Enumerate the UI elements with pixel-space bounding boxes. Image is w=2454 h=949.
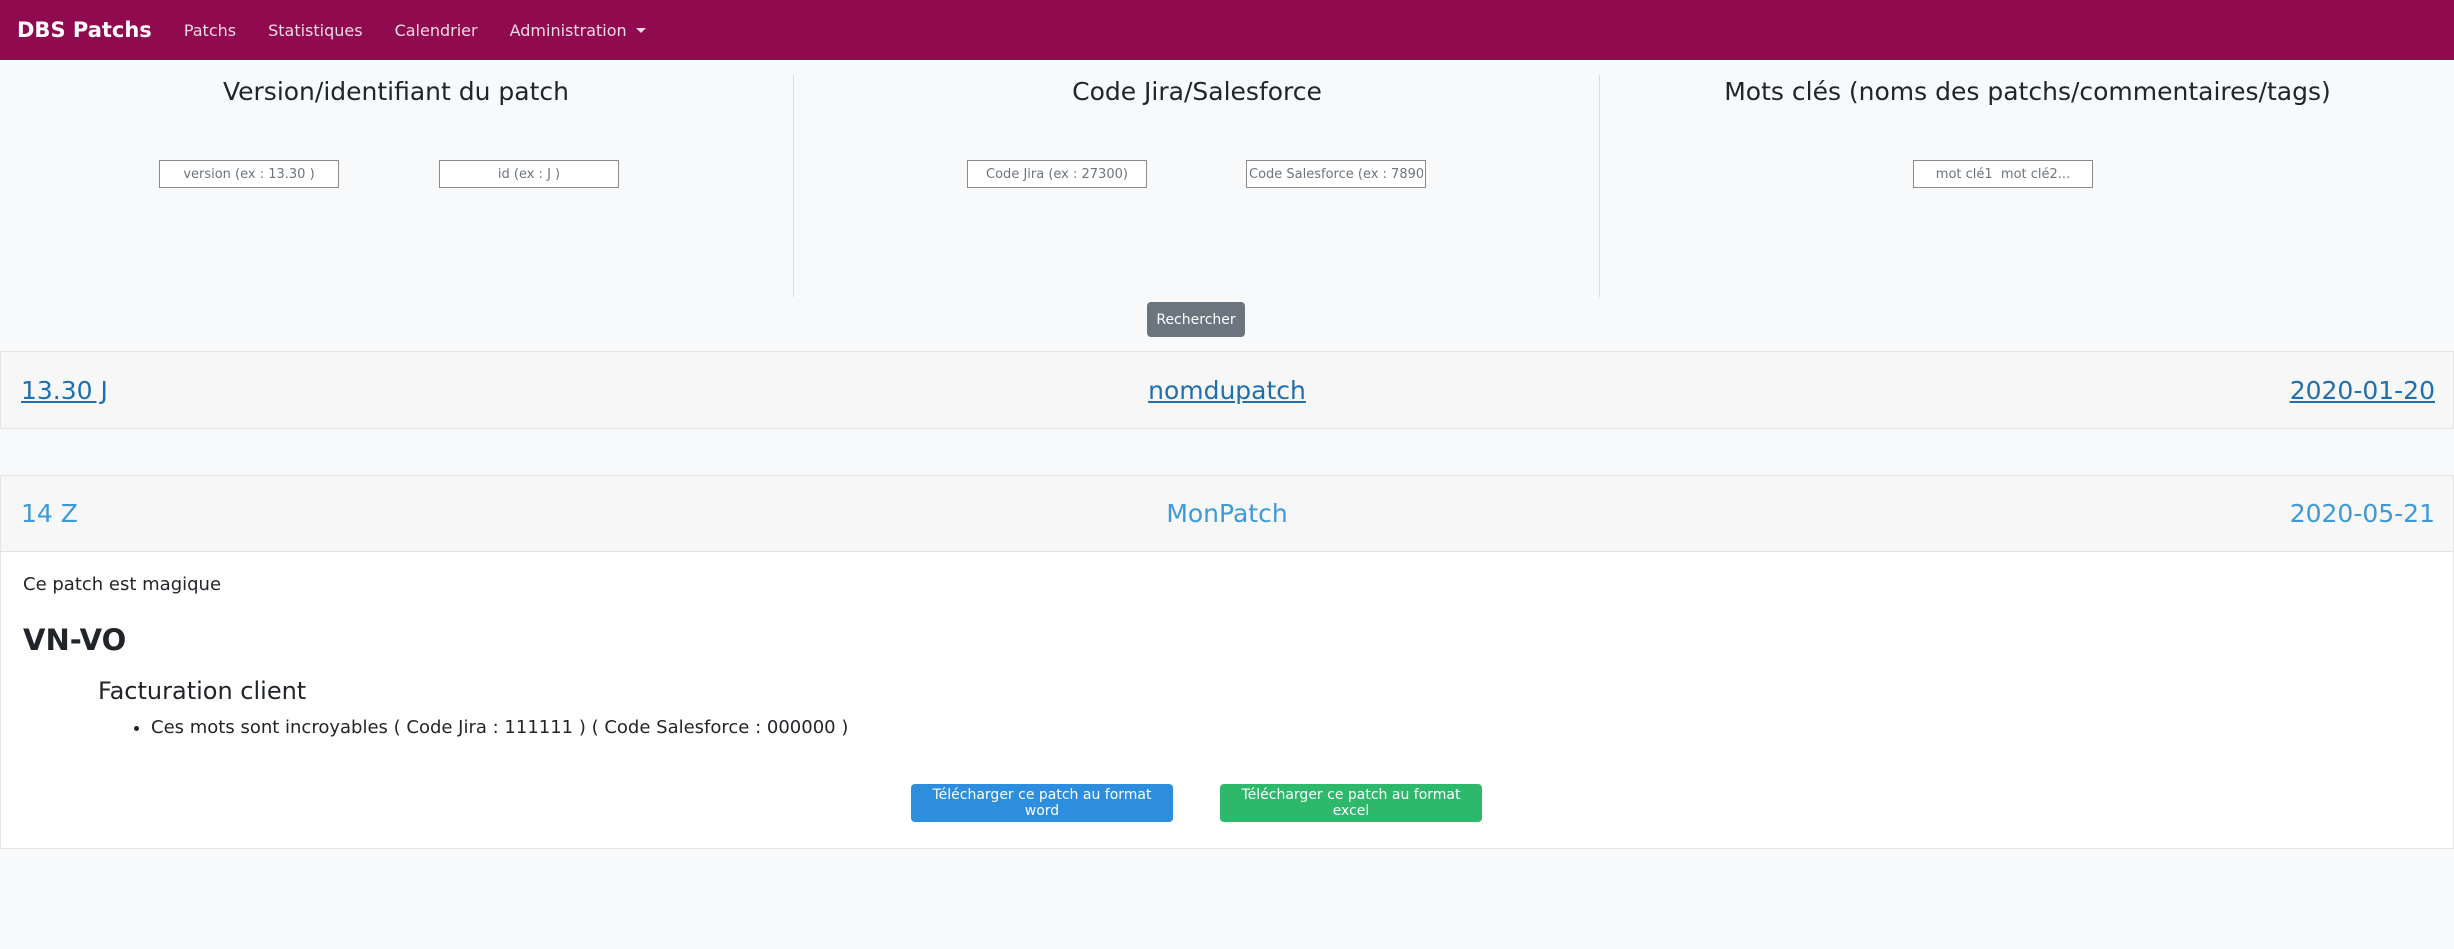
patch-name-link[interactable]: nomdupatch — [1148, 376, 1306, 405]
jira-code-input[interactable] — [967, 160, 1147, 188]
patch-version-link[interactable]: 14 Z — [21, 499, 78, 528]
patch-body: Ce patch est magique VN-VO Facturation c… — [1, 552, 2453, 848]
search-keywords-title: Mots clés (noms des patchs/commentaires/… — [1724, 77, 2331, 106]
search-button[interactable]: Rechercher — [1147, 302, 1245, 337]
nav-calendrier[interactable]: Calendrier — [395, 21, 478, 40]
download-excel-button[interactable]: Télécharger ce patch au format excel — [1220, 784, 1482, 822]
patch-items-list: Ces mots sont incroyables ( Code Jira : … — [23, 717, 2431, 738]
keywords-input[interactable] — [1913, 160, 2093, 188]
patch-category: VN-VO — [23, 623, 127, 657]
patch-date-link[interactable]: 2020-05-21 — [2290, 499, 2435, 528]
list-item: Ces mots sont incroyables ( Code Jira : … — [151, 717, 2431, 738]
download-word-button[interactable]: Télécharger ce patch au format word — [911, 784, 1173, 822]
patch-name-link[interactable]: MonPatch — [1166, 499, 1287, 528]
chevron-down-icon — [635, 27, 646, 33]
navbar: DBS Patchs Patchs Statistiques Calendrie… — [0, 0, 2454, 60]
patch-header[interactable]: 13.30 J nomdupatch 2020-01-20 — [1, 352, 2453, 428]
search-form: Version/identifiant du patch Code Jira/S… — [0, 60, 2454, 350]
patch-version-link[interactable]: 13.30 J — [21, 376, 108, 405]
nav-statistiques[interactable]: Statistiques — [268, 21, 362, 40]
search-keywords-section: Mots clés (noms des patchs/commentaires/… — [1599, 75, 2454, 297]
search-code-title: Code Jira/Salesforce — [1072, 77, 1322, 106]
search-version-section: Version/identifiant du patch — [0, 60, 792, 236]
id-input[interactable] — [439, 160, 619, 188]
version-input[interactable] — [159, 160, 339, 188]
salesforce-code-input[interactable] — [1246, 160, 1426, 188]
nav-patchs[interactable]: Patchs — [184, 21, 236, 40]
search-code-section: Code Jira/Salesforce — [793, 75, 1600, 297]
patch-header[interactable]: 14 Z MonPatch 2020-05-21 — [1, 476, 2453, 552]
nav-administration-dropdown[interactable]: Administration — [510, 21, 646, 40]
search-version-title: Version/identifiant du patch — [222, 77, 570, 106]
patch-card: 13.30 J nomdupatch 2020-01-20 — [0, 351, 2454, 429]
patch-subcategory: Facturation client — [98, 677, 307, 705]
patch-date-link[interactable]: 2020-01-20 — [2290, 376, 2435, 405]
patch-card-expanded: 14 Z MonPatch 2020-05-21 Ce patch est ma… — [0, 475, 2454, 849]
patch-description: Ce patch est magique — [23, 574, 222, 595]
nav-administration-label: Administration — [509, 20, 627, 40]
brand-link[interactable]: DBS Patchs — [17, 18, 152, 42]
